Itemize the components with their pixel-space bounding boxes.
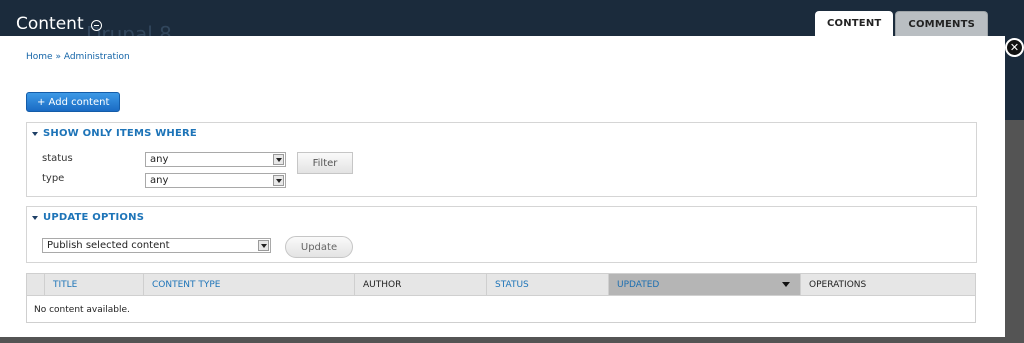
overlay-panel: Home » Administration + Add content SHOW… — [0, 36, 1005, 337]
column-status[interactable]: STATUS — [486, 274, 608, 295]
select-all-column[interactable] — [27, 274, 44, 295]
chevron-down-icon — [273, 175, 284, 186]
update-legend-text: UPDATE OPTIONS — [43, 212, 145, 223]
update-fieldset: UPDATE OPTIONS Publish selected content … — [26, 206, 977, 263]
update-button[interactable]: Update — [285, 236, 353, 258]
type-select[interactable]: any — [145, 173, 286, 188]
breadcrumb-home-link[interactable]: Home — [26, 52, 53, 62]
add-content-button[interactable]: + Add content — [26, 92, 121, 112]
collapse-triangle-icon — [32, 131, 38, 136]
sort-descending-icon — [782, 282, 790, 287]
breadcrumb: Home » Administration — [26, 52, 130, 62]
page-title: Content — [16, 14, 102, 34]
tab-content[interactable]: CONTENT — [814, 11, 894, 36]
filter-legend[interactable]: SHOW ONLY ITEMS WHERE — [32, 128, 197, 139]
filter-button[interactable]: Filter — [297, 152, 353, 174]
column-title[interactable]: TITLE — [44, 274, 143, 295]
collapse-triangle-icon — [32, 215, 38, 220]
breadcrumb-administration-link[interactable]: Administration — [64, 52, 130, 62]
breadcrumb-separator: » — [55, 52, 61, 62]
collapse-toggle-icon[interactable] — [90, 19, 102, 31]
status-label: status — [42, 153, 73, 164]
column-operations: OPERATIONS — [800, 274, 975, 295]
chevron-down-icon — [273, 154, 284, 165]
operation-select[interactable]: Publish selected content — [42, 238, 271, 253]
close-overlay-button[interactable]: ✕ — [1005, 38, 1024, 57]
type-select-value: any — [150, 175, 169, 186]
tab-comments[interactable]: COMMENTS — [895, 11, 988, 37]
page-title-text: Content — [16, 14, 84, 34]
empty-message: No content available. — [34, 305, 130, 315]
column-updated[interactable]: UPDATED — [608, 274, 800, 295]
filter-legend-text: SHOW ONLY ITEMS WHERE — [43, 128, 197, 139]
type-label: type — [42, 173, 65, 184]
status-select[interactable]: any — [145, 152, 286, 167]
update-legend[interactable]: UPDATE OPTIONS — [32, 212, 144, 223]
operation-select-value: Publish selected content — [47, 240, 170, 251]
chevron-down-icon — [258, 240, 269, 251]
content-table: TITLE CONTENT TYPE AUTHOR STATUS UPDATED… — [26, 273, 976, 323]
column-updated-label: UPDATED — [617, 279, 660, 290]
column-author: AUTHOR — [354, 274, 486, 295]
filter-fieldset: SHOW ONLY ITEMS WHERE status any type an… — [26, 122, 977, 197]
close-icon: ✕ — [1009, 41, 1020, 54]
primary-tabs: CONTENT COMMENTS — [814, 11, 988, 37]
status-select-value: any — [150, 154, 169, 165]
table-header: TITLE CONTENT TYPE AUTHOR STATUS UPDATED… — [27, 274, 975, 296]
column-content-type[interactable]: CONTENT TYPE — [143, 274, 354, 295]
